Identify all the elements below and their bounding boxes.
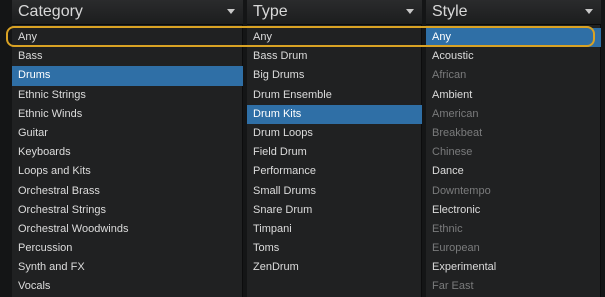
list-item[interactable]: Field Drum — [247, 143, 422, 162]
list-item[interactable]: Orchestral Woodwinds — [12, 220, 243, 239]
chevron-down-icon[interactable] — [585, 9, 593, 14]
list-item[interactable]: Acoustic — [426, 47, 601, 66]
category-header[interactable]: Category — [12, 0, 243, 25]
list-item[interactable]: Any — [247, 28, 422, 47]
instrument-browser: Category Any Bass Drums Ethnic Strings Ethni… — [0, 0, 605, 297]
style-header[interactable]: Style — [426, 0, 601, 25]
list-item[interactable]: Ambient — [426, 86, 601, 105]
list-item[interactable]: Performance — [247, 162, 422, 181]
category-header-label: Category — [18, 3, 83, 20]
list-item[interactable]: Any — [426, 28, 601, 48]
chevron-down-icon[interactable] — [406, 9, 414, 14]
list-item[interactable]: Snare Drum — [247, 201, 422, 220]
list-item[interactable]: Ethnic Strings — [12, 86, 243, 105]
style-list: Any Acoustic African Ambient American Breakbe… — [426, 28, 601, 297]
list-item[interactable]: European — [426, 239, 601, 258]
list-item[interactable]: Experimental — [426, 258, 601, 277]
type-header-label: Type — [253, 3, 288, 20]
list-item[interactable]: Big Drums — [247, 66, 422, 85]
list-item[interactable]: Drums — [12, 66, 243, 86]
list-item[interactable]: Dance — [426, 162, 601, 181]
category-column: Category Any Bass Drums Ethnic Strings Ethni… — [12, 0, 243, 297]
list-item[interactable]: Vocals — [12, 277, 243, 296]
type-list: Any Bass Drum Big Drums Drum Ensemble Drum K… — [247, 28, 422, 277]
list-item[interactable]: Guitar — [12, 124, 243, 143]
list-item[interactable]: Synth and FX — [12, 258, 243, 277]
list-item[interactable]: Timpani — [247, 220, 422, 239]
list-item[interactable]: Orchestral Strings — [12, 201, 243, 220]
list-item[interactable]: Ethnic Winds — [12, 105, 243, 124]
list-item[interactable]: Toms — [247, 239, 422, 258]
list-item[interactable]: Downtempo — [426, 182, 601, 201]
list-item[interactable]: Small Drums — [247, 182, 422, 201]
list-item[interactable]: Drum Ensemble — [247, 86, 422, 105]
list-item[interactable]: Keyboards — [12, 143, 243, 162]
list-item[interactable]: Far East — [426, 277, 601, 296]
list-item[interactable]: Drum Kits — [247, 104, 422, 124]
chevron-down-icon[interactable] — [227, 9, 235, 14]
list-item[interactable]: Percussion — [12, 239, 243, 258]
category-list: Any Bass Drums Ethnic Strings Ethnic Winds Gu… — [12, 28, 243, 297]
type-column: Type Any Bass Drum Big Drums Drum Ensemble D… — [247, 0, 422, 297]
list-item[interactable]: Drum Loops — [247, 124, 422, 143]
list-item[interactable]: Ethnic — [426, 220, 601, 239]
list-item[interactable]: ZenDrum — [247, 258, 422, 277]
list-item[interactable]: American — [426, 105, 601, 124]
list-item[interactable]: Breakbeat — [426, 124, 601, 143]
list-item[interactable]: Orchestral Brass — [12, 182, 243, 201]
list-item[interactable]: Any — [12, 28, 243, 47]
list-item[interactable]: Chinese — [426, 143, 601, 162]
list-item[interactable]: Loops and Kits — [12, 162, 243, 181]
type-header[interactable]: Type — [247, 0, 422, 25]
list-item[interactable]: African — [426, 66, 601, 85]
style-header-label: Style — [432, 3, 468, 20]
list-item[interactable]: Electronic — [426, 201, 601, 220]
list-item[interactable]: Bass — [12, 47, 243, 66]
style-column: Style Any Acoustic African Ambient American B… — [426, 0, 601, 297]
list-item[interactable]: Bass Drum — [247, 47, 422, 66]
